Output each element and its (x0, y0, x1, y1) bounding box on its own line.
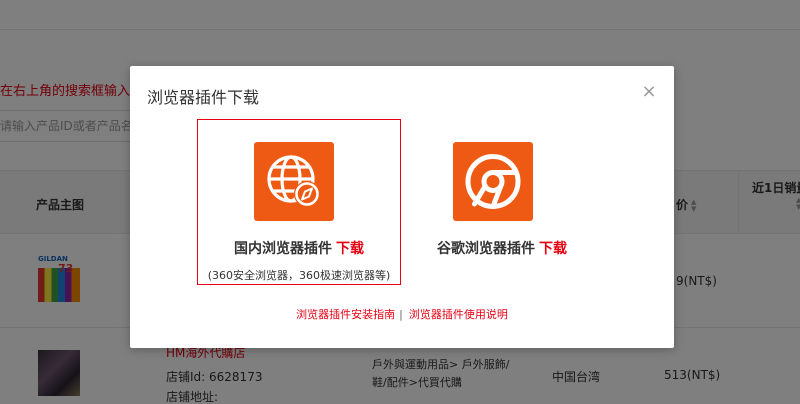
domestic-plugin-card[interactable]: 国内浏览器插件 下载 (360安全浏览器，360极速浏览器等) (197, 119, 401, 285)
chrome-plugin-label[interactable]: 谷歌浏览器插件 下载 (401, 238, 603, 258)
help-links: 浏览器插件安装指南 | 浏览器插件使用说明 (130, 306, 674, 322)
domestic-plugin-label[interactable]: 国内浏览器插件 下载 (198, 238, 400, 258)
globe-compass-icon (254, 142, 334, 221)
browser-plugin-download-dialog: 浏览器插件下载 × 国内浏览器插件 下载 (360安全浏览器，360极速浏览器等) (130, 66, 674, 348)
close-icon[interactable]: × (639, 82, 659, 102)
domestic-plugin-note: (360安全浏览器，360极速浏览器等) (207, 269, 391, 282)
usage-guide-link[interactable]: 浏览器插件使用说明 (409, 308, 508, 321)
chrome-plugin-card[interactable]: 谷歌浏览器插件 下载 (400, 119, 604, 285)
install-guide-link[interactable]: 浏览器插件安装指南 (296, 308, 395, 321)
link-separator: | (399, 308, 403, 321)
chrome-icon (453, 142, 533, 221)
dialog-title: 浏览器插件下载 (147, 88, 260, 107)
chrome-download-link[interactable]: 下载 (539, 241, 567, 257)
domestic-download-link[interactable]: 下载 (336, 241, 364, 257)
